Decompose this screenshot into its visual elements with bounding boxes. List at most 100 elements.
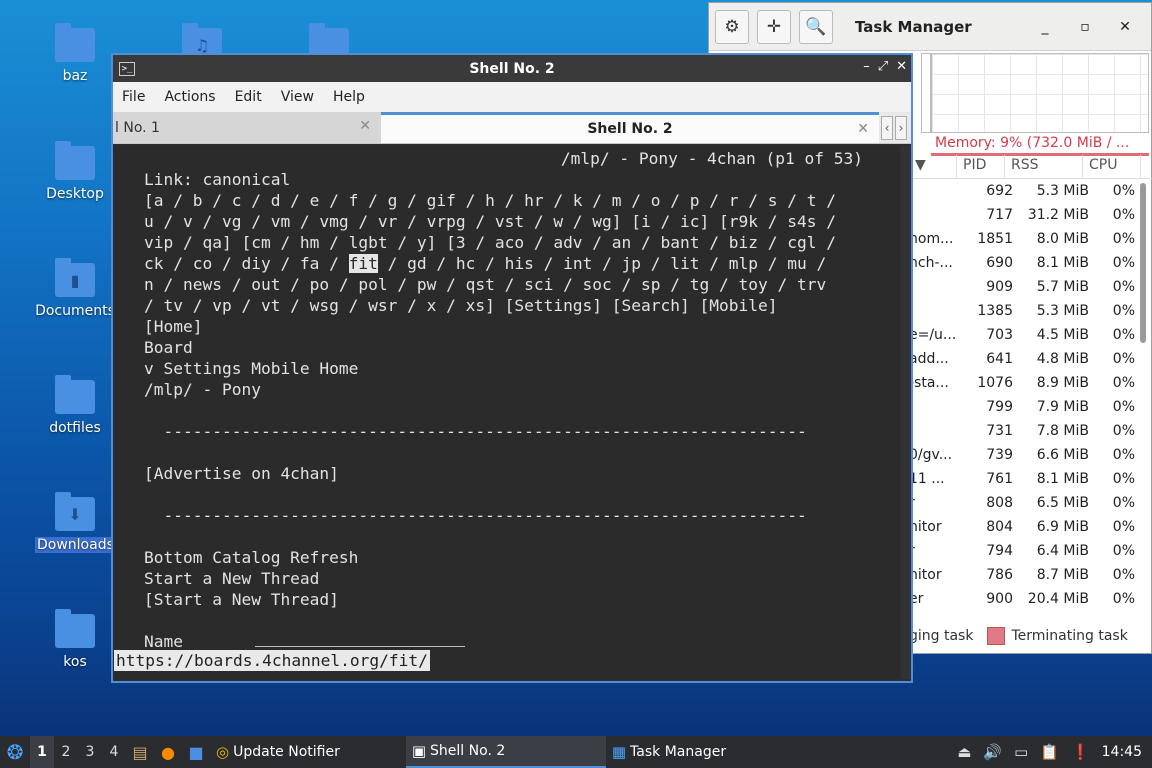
- process-pid: 739: [986, 447, 1013, 463]
- minimize-button[interactable]: _: [1025, 19, 1065, 35]
- table-row[interactable]: 692 5.3 MiB 0%: [909, 179, 1135, 203]
- table-row[interactable]: e=/u... 703 4.5 MiB 0%: [909, 323, 1135, 347]
- show-desktop-icon[interactable]: ■: [184, 743, 208, 762]
- terminal-output[interactable]: /mlp/ - Pony - 4chan (p1 of 53) Link: ca…: [113, 146, 899, 679]
- terminal-scrollbar[interactable]: [901, 146, 911, 679]
- file-manager-icon[interactable]: ▤: [128, 743, 152, 762]
- terminal-titlebar[interactable]: >_ Shell No. 2 – ⤢ ✕: [113, 55, 911, 82]
- highlighted-link[interactable]: fit: [348, 254, 378, 273]
- process-cpu: 0%: [1112, 495, 1135, 511]
- table-row[interactable]: 799 7.9 MiB 0%: [909, 395, 1135, 419]
- table-row[interactable]: 731 7.8 MiB 0%: [909, 419, 1135, 443]
- table-row[interactable]: nitor 804 6.9 MiB 0%: [909, 515, 1135, 539]
- close-tab-icon[interactable]: ✕: [359, 118, 371, 134]
- process-pid: 1385: [977, 303, 1013, 319]
- table-row[interactable]: 1385 5.3 MiB 0%: [909, 299, 1135, 323]
- process-pid: 794: [986, 543, 1013, 559]
- search-button[interactable]: 🔍: [799, 9, 833, 44]
- maximize-button[interactable]: ▫: [1065, 19, 1105, 35]
- terminal-window: >_ Shell No. 2 – ⤢ ✕ File Actions Edit V…: [111, 53, 913, 683]
- folder-icon: [55, 375, 95, 414]
- close-tab-icon[interactable]: ✕: [857, 121, 869, 137]
- maximize-button[interactable]: ⤢: [878, 59, 888, 74]
- column-header-cpu[interactable]: CPU: [1083, 155, 1141, 178]
- process-pid: 900: [986, 591, 1013, 607]
- desktop-icon-desktop[interactable]: Desktop: [35, 141, 115, 202]
- crosshair-icon: ✛: [766, 16, 782, 37]
- table-row[interactable]: 909 5.7 MiB 0%: [909, 275, 1135, 299]
- workspace-3[interactable]: 3: [78, 744, 102, 760]
- task-manager-icon: ▦: [611, 743, 627, 761]
- table-row[interactable]: r 794 6.4 MiB 0%: [909, 539, 1135, 563]
- table-row[interactable]: -sta... 1076 8.9 MiB 0%: [909, 371, 1135, 395]
- window-title: Task Manager: [855, 17, 972, 36]
- table-row[interactable]: 0/gv... 739 6.6 MiB 0%: [909, 443, 1135, 467]
- process-pid: 909: [986, 279, 1013, 295]
- process-list-scrollbar[interactable]: [1139, 181, 1147, 621]
- start-menu-button[interactable]: ❂: [0, 737, 30, 767]
- process-rss: 5.3 MiB: [1036, 303, 1089, 319]
- table-row[interactable]: nch-... 690 8.1 MiB 0%: [909, 251, 1135, 275]
- table-row[interactable]: 717 31.2 MiB 0%: [909, 203, 1135, 227]
- process-rss: 4.8 MiB: [1036, 351, 1089, 367]
- terminal-line: vip / qa] [cm / hm / lgbt / y] [3 / aco …: [144, 233, 836, 252]
- firefox-icon[interactable]: ●: [156, 743, 180, 762]
- terminal-icon: ▣: [411, 742, 427, 760]
- desktop-icon-baz[interactable]: baz: [35, 23, 115, 84]
- process-pid: 808: [986, 495, 1013, 511]
- column-header-pid[interactable]: PID: [957, 155, 1005, 178]
- process-pid: 804: [986, 519, 1013, 535]
- tab-scroll-right-icon[interactable]: ›: [895, 115, 907, 140]
- folder-icon: [55, 609, 95, 648]
- table-row[interactable]: r 808 6.5 MiB 0%: [909, 491, 1135, 515]
- task-update-notifier[interactable]: ◎ Update Notifier: [210, 736, 346, 768]
- menu-view[interactable]: View: [281, 89, 314, 105]
- notification-icon[interactable]: ❗: [1071, 743, 1090, 761]
- workspace-4[interactable]: 4: [102, 744, 126, 760]
- name-input-field[interactable]: [254, 633, 465, 647]
- volume-icon[interactable]: 🔊: [983, 743, 1002, 761]
- clipboard-icon[interactable]: 📋: [1040, 743, 1059, 761]
- table-row[interactable]: add... 641 4.8 MiB 0%: [909, 347, 1135, 371]
- table-row[interactable]: er 900 20.4 MiB 0%: [909, 587, 1135, 611]
- desktop-icon-label: kos: [63, 654, 87, 670]
- network-icon[interactable]: ▭: [1014, 743, 1028, 761]
- terminal-line: [Advertise on 4chan]: [144, 464, 339, 483]
- menu-bar: File Actions Edit View Help: [113, 82, 911, 112]
- task-label: Task Manager: [630, 744, 727, 760]
- crosshair-button[interactable]: ✛: [757, 9, 791, 44]
- desktop-icon-dotfiles[interactable]: dotfiles: [35, 375, 115, 436]
- process-name: er: [909, 591, 924, 607]
- desktop-icon-downloads[interactable]: ⬇ Downloads: [35, 492, 115, 553]
- minimize-button[interactable]: –: [863, 59, 870, 74]
- tab-scroll-left-icon[interactable]: ‹: [881, 115, 893, 140]
- column-header-rss[interactable]: RSS: [1005, 155, 1083, 178]
- clock[interactable]: 14:45: [1102, 744, 1142, 760]
- tab-shell-1[interactable]: l No. 1 ✕: [113, 112, 381, 143]
- close-button[interactable]: ✕: [896, 59, 907, 74]
- menu-actions[interactable]: Actions: [164, 89, 215, 105]
- table-row[interactable]: hom... 1851 8.0 MiB 0%: [909, 227, 1135, 251]
- workspace-2[interactable]: 2: [54, 744, 78, 760]
- process-name: nch-...: [909, 255, 953, 271]
- task-task-manager[interactable]: ▦ Task Manager: [606, 736, 732, 768]
- table-row[interactable]: 11 ... 761 8.1 MiB 0%: [909, 467, 1135, 491]
- menu-file[interactable]: File: [122, 89, 145, 105]
- desktop-icon-documents[interactable]: ▮ Documents: [35, 258, 115, 319]
- workspace-1[interactable]: 1: [30, 736, 54, 768]
- desktop-icon-kos[interactable]: kos: [35, 609, 115, 670]
- close-button[interactable]: ✕: [1105, 19, 1145, 35]
- task-shell-2[interactable]: ▣ Shell No. 2: [405, 736, 606, 768]
- menu-help[interactable]: Help: [333, 89, 365, 105]
- process-cpu: 0%: [1112, 303, 1135, 319]
- process-rss: 31.2 MiB: [1027, 207, 1089, 223]
- sort-arrow-icon[interactable]: ▼: [909, 155, 957, 178]
- tab-shell-2[interactable]: Shell No. 2 ✕: [381, 112, 879, 143]
- table-row[interactable]: nitor 786 8.7 MiB 0%: [909, 563, 1135, 587]
- terminal-line: / tv / vp / vt / wsg / wsr / x / xs] [Se…: [144, 296, 778, 315]
- settings-gear-button[interactable]: ⚙: [715, 9, 749, 44]
- menu-edit[interactable]: Edit: [235, 89, 262, 105]
- eject-icon[interactable]: ⏏: [957, 743, 971, 761]
